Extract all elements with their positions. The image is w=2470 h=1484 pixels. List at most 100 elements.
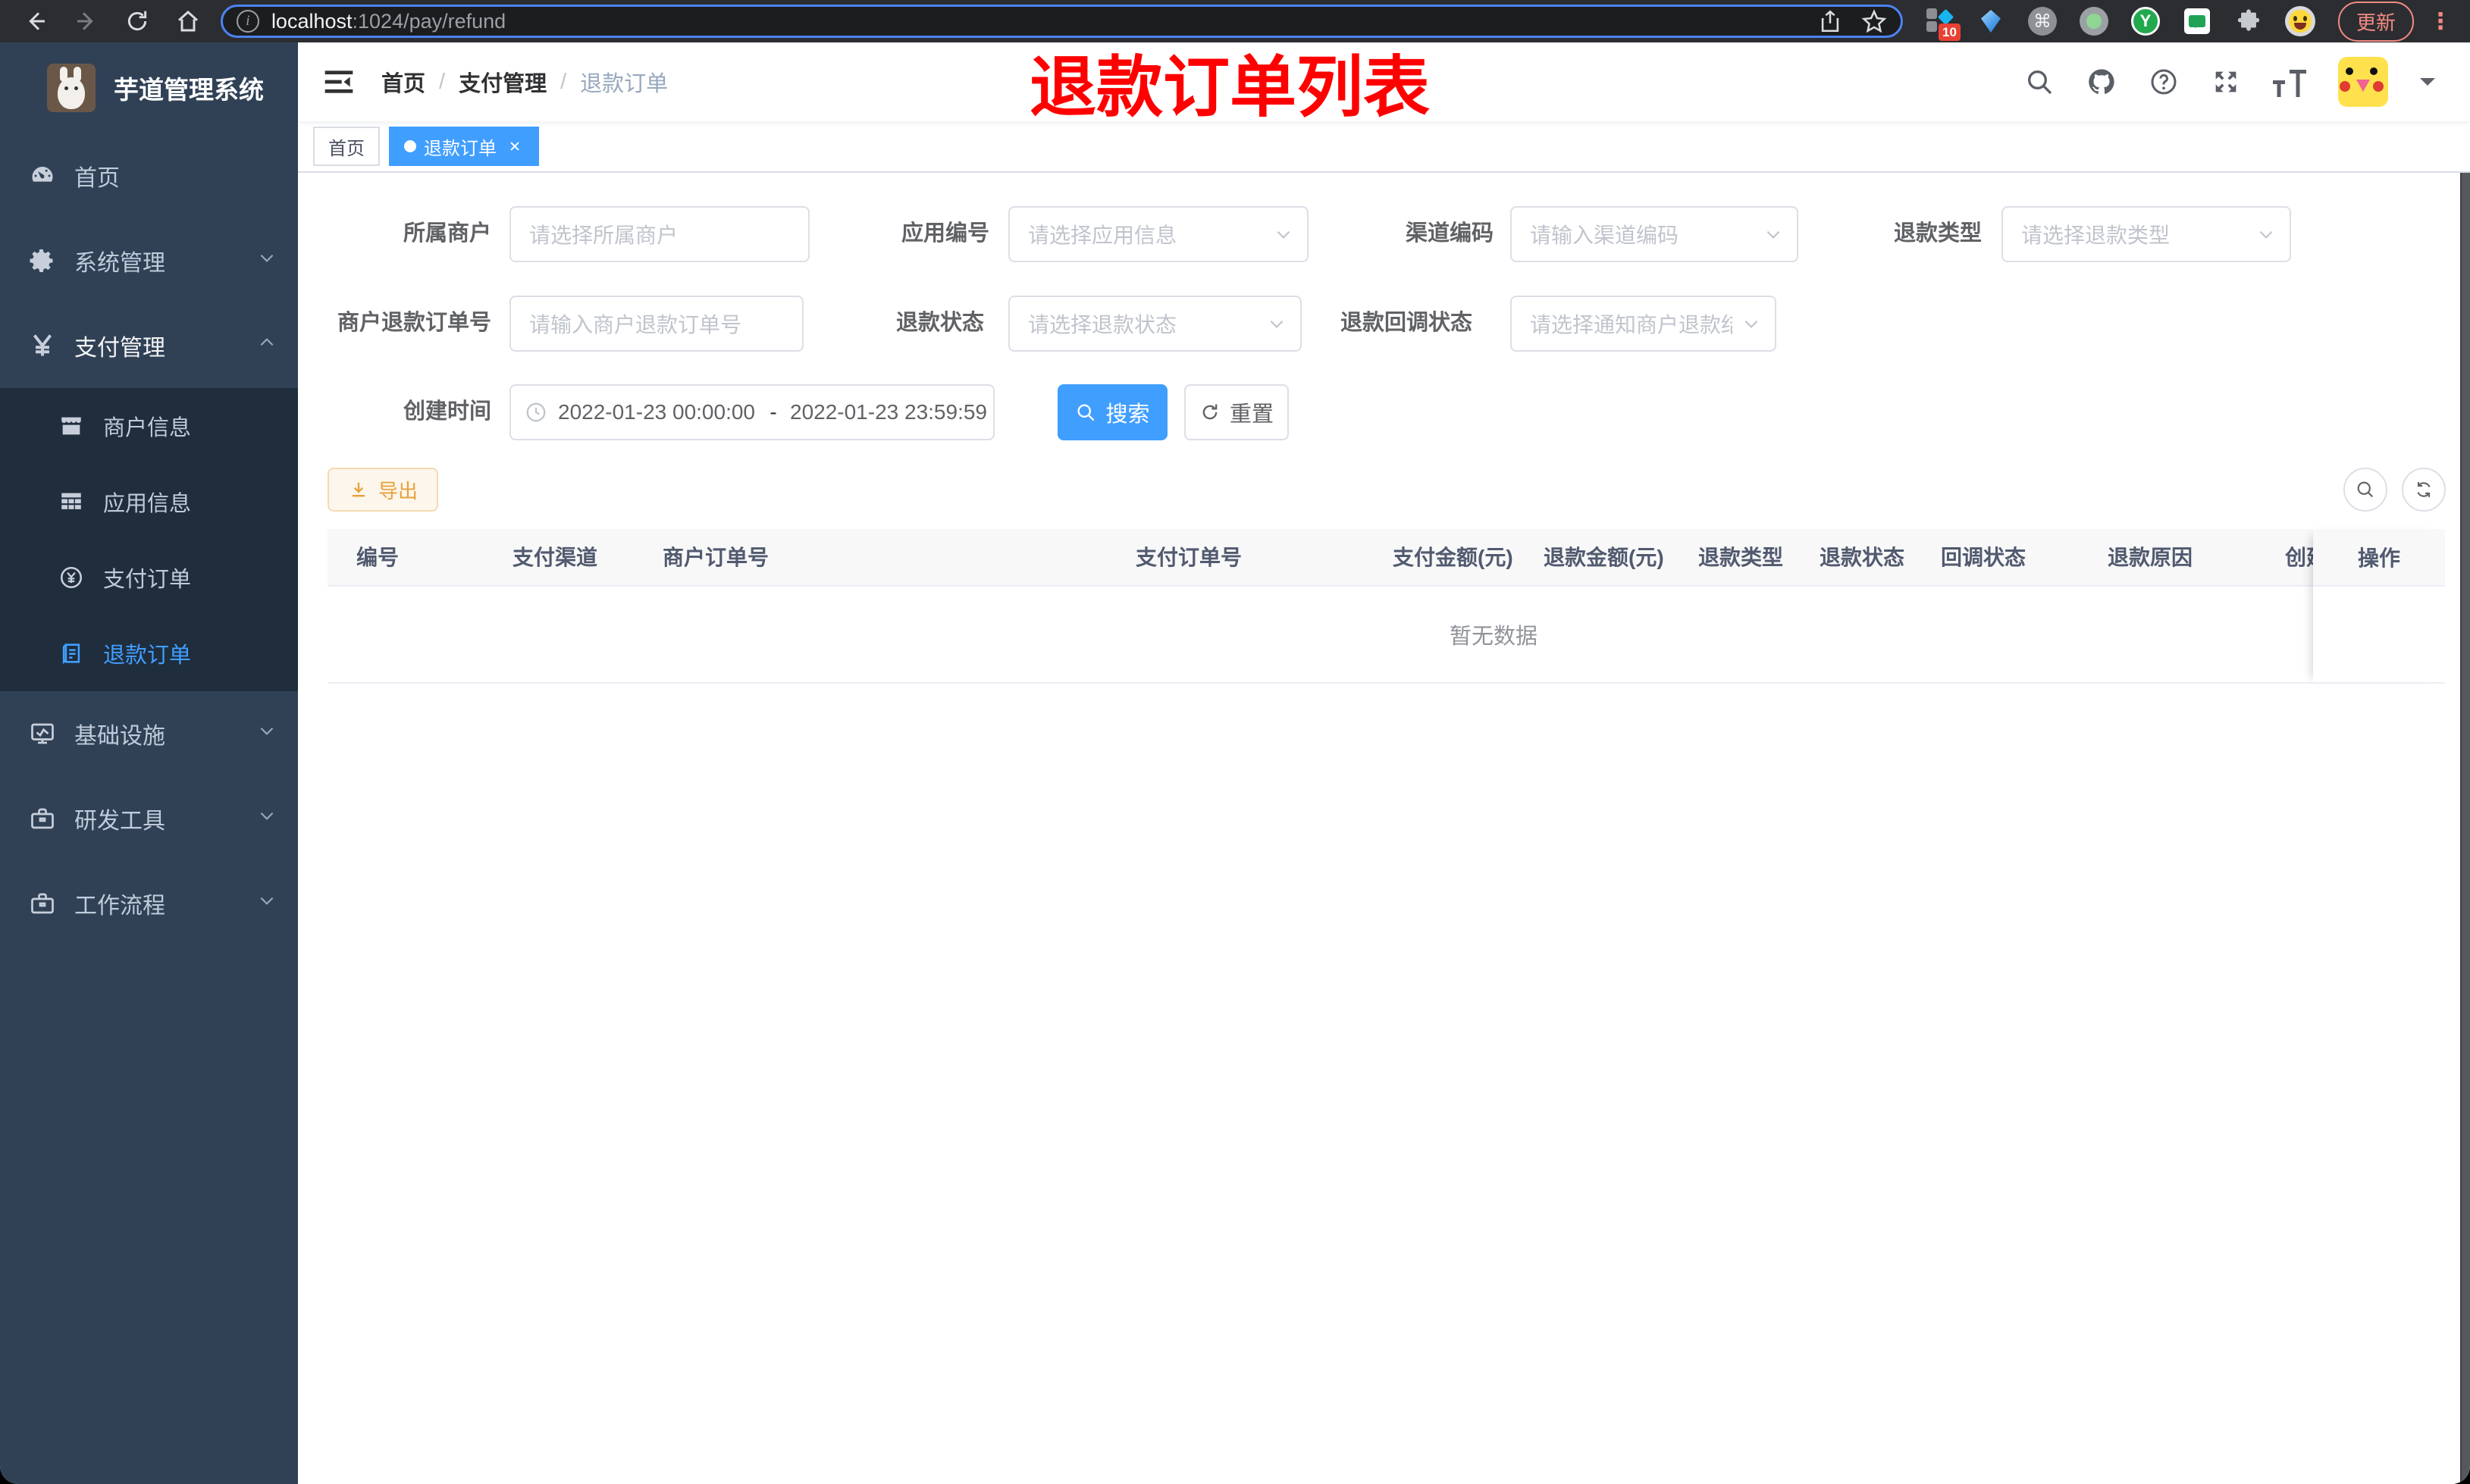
sidebar-item-label: 研发工具 bbox=[74, 809, 165, 834]
share-icon[interactable] bbox=[1817, 8, 1843, 34]
filter-label-create-time: 创建时间 bbox=[403, 399, 491, 424]
search-button-label: 搜索 bbox=[1105, 402, 1150, 427]
extension-blue-diamond-icon[interactable]: 10 bbox=[1924, 6, 1961, 41]
toolbox-icon bbox=[27, 805, 58, 832]
sidebar-item-label: 基础设施 bbox=[74, 724, 165, 749]
site-info-icon[interactable]: i bbox=[236, 10, 259, 33]
col-merchant-order-no: 商户订单号 bbox=[663, 546, 770, 569]
col-id: 编号 bbox=[356, 546, 400, 569]
sidebar-item-label: 首页 bbox=[74, 166, 120, 191]
home-icon[interactable] bbox=[173, 6, 202, 36]
page-content: 所属商户 请选择所属商户 应用编号 请选择应用信息 渠道编码 请输入渠道编码 退… bbox=[298, 173, 2470, 1484]
placeholder: 请选择通知商户退款结果的回调状态 bbox=[1530, 313, 1732, 337]
collapse-sidebar-icon[interactable] bbox=[322, 65, 356, 99]
browser-window: i localhost:1024/pay/refund 10 ⌘ Y 更新 ⋮ … bbox=[0, 0, 2470, 1484]
chevron-down-icon bbox=[2256, 224, 2276, 244]
browser-toolbar: i localhost:1024/pay/refund 10 ⌘ Y 更新 ⋮ bbox=[0, 0, 2470, 42]
reload-icon[interactable] bbox=[122, 6, 152, 36]
tab-label: 首页 bbox=[328, 138, 365, 159]
sidebar-item-label: 退款订单 bbox=[103, 643, 192, 668]
chevron-down-icon bbox=[1741, 314, 1761, 333]
app-title: 芋道管理系统 bbox=[114, 76, 264, 104]
url-text[interactable]: localhost:1024/pay/refund bbox=[271, 10, 1799, 33]
help-icon[interactable] bbox=[2149, 67, 2179, 97]
toggle-search-button[interactable] bbox=[2343, 468, 2387, 512]
extensions-row: 10 ⌘ Y bbox=[1924, 6, 2315, 41]
col-pay-amount: 支付金额(元) bbox=[1393, 546, 1513, 569]
tab-refund-order[interactable]: 退款订单 bbox=[389, 127, 539, 166]
extension-command-icon[interactable]: ⌘ bbox=[2027, 6, 2058, 36]
refund-order-icon bbox=[56, 640, 86, 666]
github-icon[interactable] bbox=[2086, 67, 2117, 97]
start-date-value[interactable]: 2022-01-23 00:00:00 bbox=[558, 400, 757, 424]
col-pay-order-no: 支付订单号 bbox=[1136, 546, 1243, 569]
sidebar-item-pay-order[interactable]: 支付订单 bbox=[0, 540, 298, 615]
table-body: 暂无数据 bbox=[328, 587, 2445, 684]
window-scrollbar[interactable] bbox=[2460, 42, 2470, 1484]
extensions-puzzle-icon[interactable] bbox=[2233, 6, 2264, 36]
col-refund-amount: 退款金额(元) bbox=[1544, 546, 1664, 569]
placeholder: 请选择所属商户 bbox=[529, 224, 679, 247]
grid-icon bbox=[56, 489, 86, 515]
chevron-down-icon bbox=[257, 721, 277, 747]
extension-gem-icon[interactable] bbox=[1976, 6, 2006, 36]
sidebar-item-label: 系统管理 bbox=[74, 251, 165, 276]
forward-icon[interactable] bbox=[72, 6, 102, 36]
avatar-caret-icon[interactable] bbox=[2420, 78, 2435, 93]
col-action: 操作 bbox=[2313, 529, 2445, 587]
create-time-range-picker[interactable]: 2022-01-23 00:00:00 - 2022-01-23 23:59:5… bbox=[509, 384, 995, 440]
notify-status-select[interactable]: 请选择通知商户退款结果的回调状态 bbox=[1510, 296, 1776, 352]
browser-menu-icon[interactable]: ⋮ bbox=[2429, 8, 2452, 35]
breadcrumb-separator: / bbox=[560, 69, 567, 94]
shop-icon bbox=[56, 413, 86, 439]
user-avatar[interactable] bbox=[2338, 57, 2388, 107]
sidebar-logo[interactable]: 芋道管理系统 bbox=[0, 42, 298, 133]
breadcrumb: 首页 / 支付管理 / 退款订单 bbox=[381, 66, 668, 98]
chevron-down-icon bbox=[257, 806, 277, 831]
sidebar-item-workflow[interactable]: 工作流程 bbox=[0, 861, 298, 946]
tab-home[interactable]: 首页 bbox=[313, 127, 380, 166]
extension-dot-icon[interactable] bbox=[2079, 6, 2109, 36]
top-navbar: 首页 / 支付管理 / 退款订单 退款订单列表 bbox=[298, 42, 2470, 125]
url-host: localhost bbox=[271, 9, 353, 33]
empty-text: 暂无数据 bbox=[1450, 625, 1538, 649]
placeholder: 请输入商户退款订单号 bbox=[529, 313, 742, 337]
breadcrumb-separator: / bbox=[439, 69, 446, 94]
navbar-actions bbox=[2024, 42, 2435, 121]
close-tab-icon[interactable] bbox=[506, 137, 524, 155]
sidebar-item-label: 支付订单 bbox=[103, 568, 192, 592]
breadcrumb-pay[interactable]: 支付管理 bbox=[459, 66, 547, 98]
export-button[interactable]: 导出 bbox=[328, 468, 438, 512]
sidebar-item-app-info[interactable]: 应用信息 bbox=[0, 464, 298, 540]
search-button[interactable]: 搜索 bbox=[1058, 384, 1168, 440]
dashboard-icon bbox=[27, 162, 58, 189]
profile-avatar-icon[interactable] bbox=[2284, 6, 2315, 36]
end-date-value[interactable]: 2022-01-23 23:59:59 bbox=[790, 400, 989, 424]
sidebar-item-infra[interactable]: 基础设施 bbox=[0, 691, 298, 776]
extension-chat-icon[interactable] bbox=[2182, 6, 2212, 36]
filter-label-notify-status: 退款回调状态 bbox=[1340, 311, 1472, 335]
workflow-icon bbox=[27, 890, 58, 917]
bookmark-star-icon[interactable] bbox=[1861, 8, 1887, 34]
breadcrumb-home[interactable]: 首页 bbox=[381, 66, 425, 98]
sidebar-item-refund-order[interactable]: 退款订单 bbox=[0, 615, 298, 691]
search-icon[interactable] bbox=[2024, 67, 2055, 97]
date-separator: - bbox=[770, 400, 777, 424]
filter-label-merchant: 所属商户 bbox=[403, 221, 491, 246]
address-bar[interactable]: i localhost:1024/pay/refund bbox=[220, 5, 1903, 38]
font-size-icon[interactable] bbox=[2273, 67, 2306, 97]
chrome-update-button[interactable]: 更新 bbox=[2337, 1, 2414, 42]
fullscreen-icon[interactable] bbox=[2211, 67, 2241, 97]
reset-button[interactable]: 重置 bbox=[1184, 384, 1289, 440]
back-icon[interactable] bbox=[21, 6, 51, 36]
table-header: 编号 支付渠道 商户订单号 支付订单号 支付金额(元) 退款金额(元) 退款类型… bbox=[328, 529, 2445, 587]
sidebar-item-devtools[interactable]: 研发工具 bbox=[0, 776, 298, 861]
col-pay-channel: 支付渠道 bbox=[512, 546, 598, 569]
refund-type-select[interactable]: 请选择退款类型 bbox=[2001, 206, 2291, 262]
filter-label-refund-type: 退款类型 bbox=[1893, 221, 1982, 246]
extension-y-icon[interactable]: Y bbox=[2130, 6, 2161, 36]
refresh-icon bbox=[1202, 404, 1218, 420]
refresh-list-button[interactable] bbox=[2402, 468, 2446, 512]
download-icon bbox=[352, 482, 365, 497]
col-callback-status: 回调状态 bbox=[1941, 546, 2026, 569]
